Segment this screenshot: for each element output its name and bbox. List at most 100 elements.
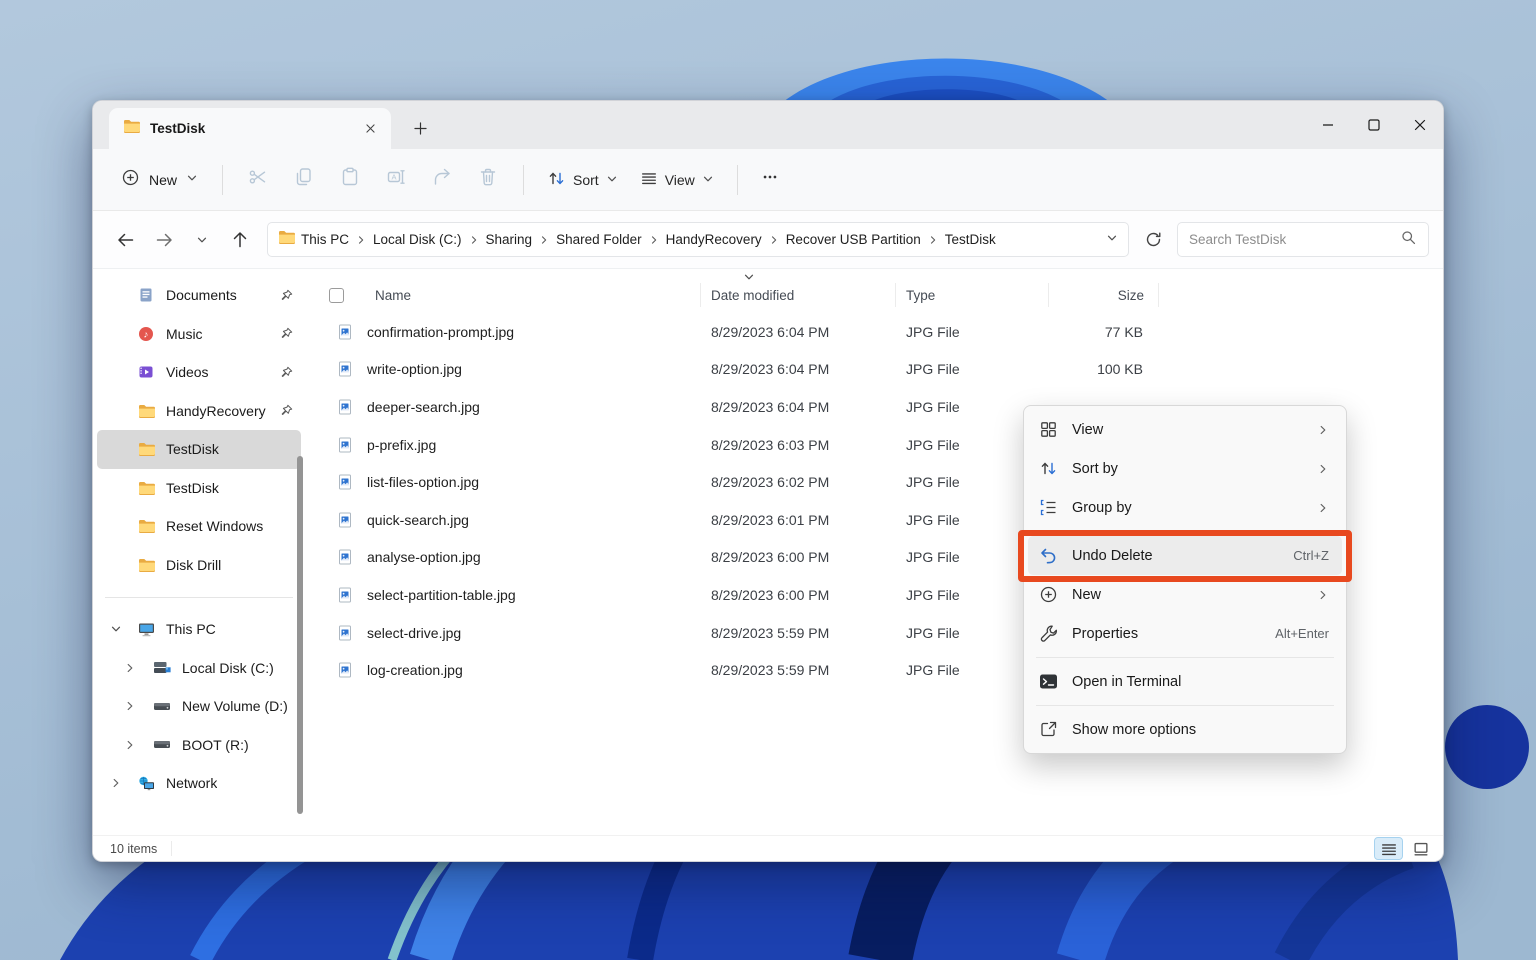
breadcrumb-chevron-icon	[769, 235, 779, 245]
view-button-label: View	[664, 171, 695, 188]
sort-arrows-icon	[1037, 459, 1059, 478]
sidebar-item-testdisk[interactable]: TestDisk	[97, 469, 301, 508]
share-button[interactable]	[419, 160, 465, 200]
breadcrumb-segment[interactable]: Sharing	[480, 228, 539, 251]
column-header-date-modified[interactable]: Date modified	[701, 274, 896, 307]
pin-icon	[274, 404, 293, 417]
menu-item-properties[interactable]: Properties Alt+Enter	[1028, 614, 1342, 653]
sidebar-item-reset-windows[interactable]: Reset Windows	[97, 507, 301, 546]
menu-item-new[interactable]: New	[1028, 575, 1342, 614]
menu-item-label: Sort by	[1072, 460, 1118, 477]
menu-item-label: Open in Terminal	[1072, 673, 1182, 690]
menu-item-sort-by[interactable]: Sort by	[1028, 449, 1342, 488]
tab-testdisk[interactable]: TestDisk	[109, 108, 391, 149]
sidebar-item-documents[interactable]: Documents	[97, 276, 301, 315]
see-more-button[interactable]	[750, 161, 790, 199]
paste-button[interactable]	[327, 160, 373, 200]
breadcrumb-segment[interactable]: Recover USB Partition	[780, 228, 927, 251]
close-button[interactable]	[1397, 101, 1443, 148]
file-type: JPG File	[906, 361, 960, 378]
chev-down-icon[interactable]	[110, 623, 122, 635]
sidebar-item-label: Disk Drill	[166, 556, 222, 573]
new-button[interactable]: New	[109, 159, 210, 201]
sidebar-item-disk-drill[interactable]: Disk Drill	[97, 546, 301, 585]
sidebar-scrollbar[interactable]	[297, 456, 303, 814]
ellipsis-icon	[761, 168, 779, 191]
details-view-button[interactable]	[1374, 837, 1403, 860]
select-all-checkbox[interactable]	[329, 283, 365, 307]
menu-item-open-in-terminal[interactable]: Open in Terminal	[1028, 662, 1342, 701]
breadcrumb-segment[interactable]: Shared Folder	[550, 228, 648, 251]
search-input[interactable]	[1189, 232, 1400, 247]
breadcrumb-segment[interactable]: This PC	[295, 228, 355, 251]
menu-item-group-by[interactable]: Group by	[1028, 488, 1342, 527]
pin-icon	[274, 366, 293, 379]
sidebar-item-videos[interactable]: Videos	[97, 353, 301, 392]
column-header-size[interactable]: Size	[1049, 283, 1159, 307]
chev-right-icon[interactable]	[124, 739, 136, 751]
chev-right-icon[interactable]	[124, 700, 136, 712]
sidebar-item-music[interactable]: ♪ Music	[97, 315, 301, 354]
sidebar-item-local-disk-c-[interactable]: Local Disk (C:)	[97, 649, 301, 688]
maximize-button[interactable]	[1351, 101, 1397, 148]
breadcrumb[interactable]: This PC Local Disk (C:) Sharing Shared Fold…	[267, 222, 1129, 257]
plus-circle-icon	[1037, 585, 1059, 604]
file-name: deeper-search.jpg	[367, 398, 480, 415]
jpg-file-icon	[329, 549, 361, 565]
chevron-down-icon	[186, 171, 198, 189]
sidebar-item-network[interactable]: Network	[97, 764, 301, 803]
chev-right-icon[interactable]	[110, 777, 122, 789]
recent-locations-button[interactable]	[183, 222, 221, 258]
sidebar-item-boot-r-[interactable]: BOOT (R:)	[97, 726, 301, 765]
chevron-down-icon[interactable]	[1106, 231, 1118, 249]
file-name: write-option.jpg	[367, 361, 462, 378]
menu-item-view[interactable]: View	[1028, 410, 1342, 449]
sidebar-item-label: Music	[166, 325, 203, 342]
chev-right-icon[interactable]	[124, 662, 136, 674]
rename-button[interactable]: A	[373, 160, 419, 200]
file-date-modified: 8/29/2023 6:01 PM	[711, 511, 830, 528]
menu-item-show-more-options[interactable]: Show more options	[1028, 710, 1342, 749]
jpg-file-icon	[329, 324, 361, 340]
cut-button[interactable]	[235, 160, 281, 200]
large-icons-view-button[interactable]	[1407, 838, 1434, 859]
file-explorer-window: TestDisk New A Sort View This PC Local D…	[92, 100, 1444, 862]
paste-icon	[339, 166, 361, 193]
sidebar-item-this-pc[interactable]: This PC	[97, 610, 301, 649]
sort-button[interactable]: Sort	[536, 160, 629, 200]
view-button[interactable]: View	[629, 160, 725, 199]
refresh-button[interactable]	[1135, 222, 1171, 258]
file-date-modified: 8/29/2023 6:04 PM	[711, 398, 830, 415]
menu-item-undo-delete[interactable]: Undo Delete Ctrl+Z	[1028, 536, 1342, 575]
up-button[interactable]	[221, 222, 259, 258]
sidebar-item-new-volume-d-[interactable]: New Volume (D:)	[97, 687, 301, 726]
breadcrumb-segment[interactable]: HandyRecovery	[660, 228, 768, 251]
menu-item-label: Undo Delete	[1072, 547, 1153, 564]
column-header-name[interactable]: Name	[365, 283, 701, 307]
sidebar-item-handyrecovery[interactable]: HandyRecovery	[97, 392, 301, 431]
table-row[interactable]: confirmation-prompt.jpg 8/29/2023 6:04 PM…	[329, 313, 1443, 351]
breadcrumb-segment[interactable]: Local Disk (C:)	[367, 228, 468, 251]
delete-button[interactable]	[465, 160, 511, 200]
svg-text:♪: ♪	[144, 329, 149, 340]
cut-icon	[247, 166, 269, 193]
tab-close-icon[interactable]	[357, 116, 383, 142]
trash-icon	[477, 166, 499, 193]
jpg-file-icon	[329, 512, 361, 528]
column-header-type[interactable]: Type	[896, 283, 1049, 307]
table-row[interactable]: write-option.jpg 8/29/2023 6:04 PM JPG Fil…	[329, 351, 1443, 389]
toolbar-separator	[736, 164, 738, 195]
minimize-button[interactable]	[1305, 101, 1351, 148]
breadcrumb-segment[interactable]: TestDisk	[939, 228, 1002, 251]
group-icon	[1037, 498, 1059, 517]
jpg-file-icon	[329, 587, 361, 603]
forward-button[interactable]	[145, 222, 183, 258]
context-menu: View Sort by Group by Undo Delete Ctrl+Z New P…	[1018, 405, 1352, 754]
copy-button[interactable]	[281, 160, 327, 200]
new-tab-button[interactable]	[403, 111, 437, 145]
back-button[interactable]	[107, 222, 145, 258]
folder-icon	[137, 404, 155, 418]
breadcrumb-chevron-icon	[649, 235, 659, 245]
sidebar-item-testdisk[interactable]: TestDisk	[97, 430, 301, 469]
window-controls	[1305, 101, 1443, 148]
